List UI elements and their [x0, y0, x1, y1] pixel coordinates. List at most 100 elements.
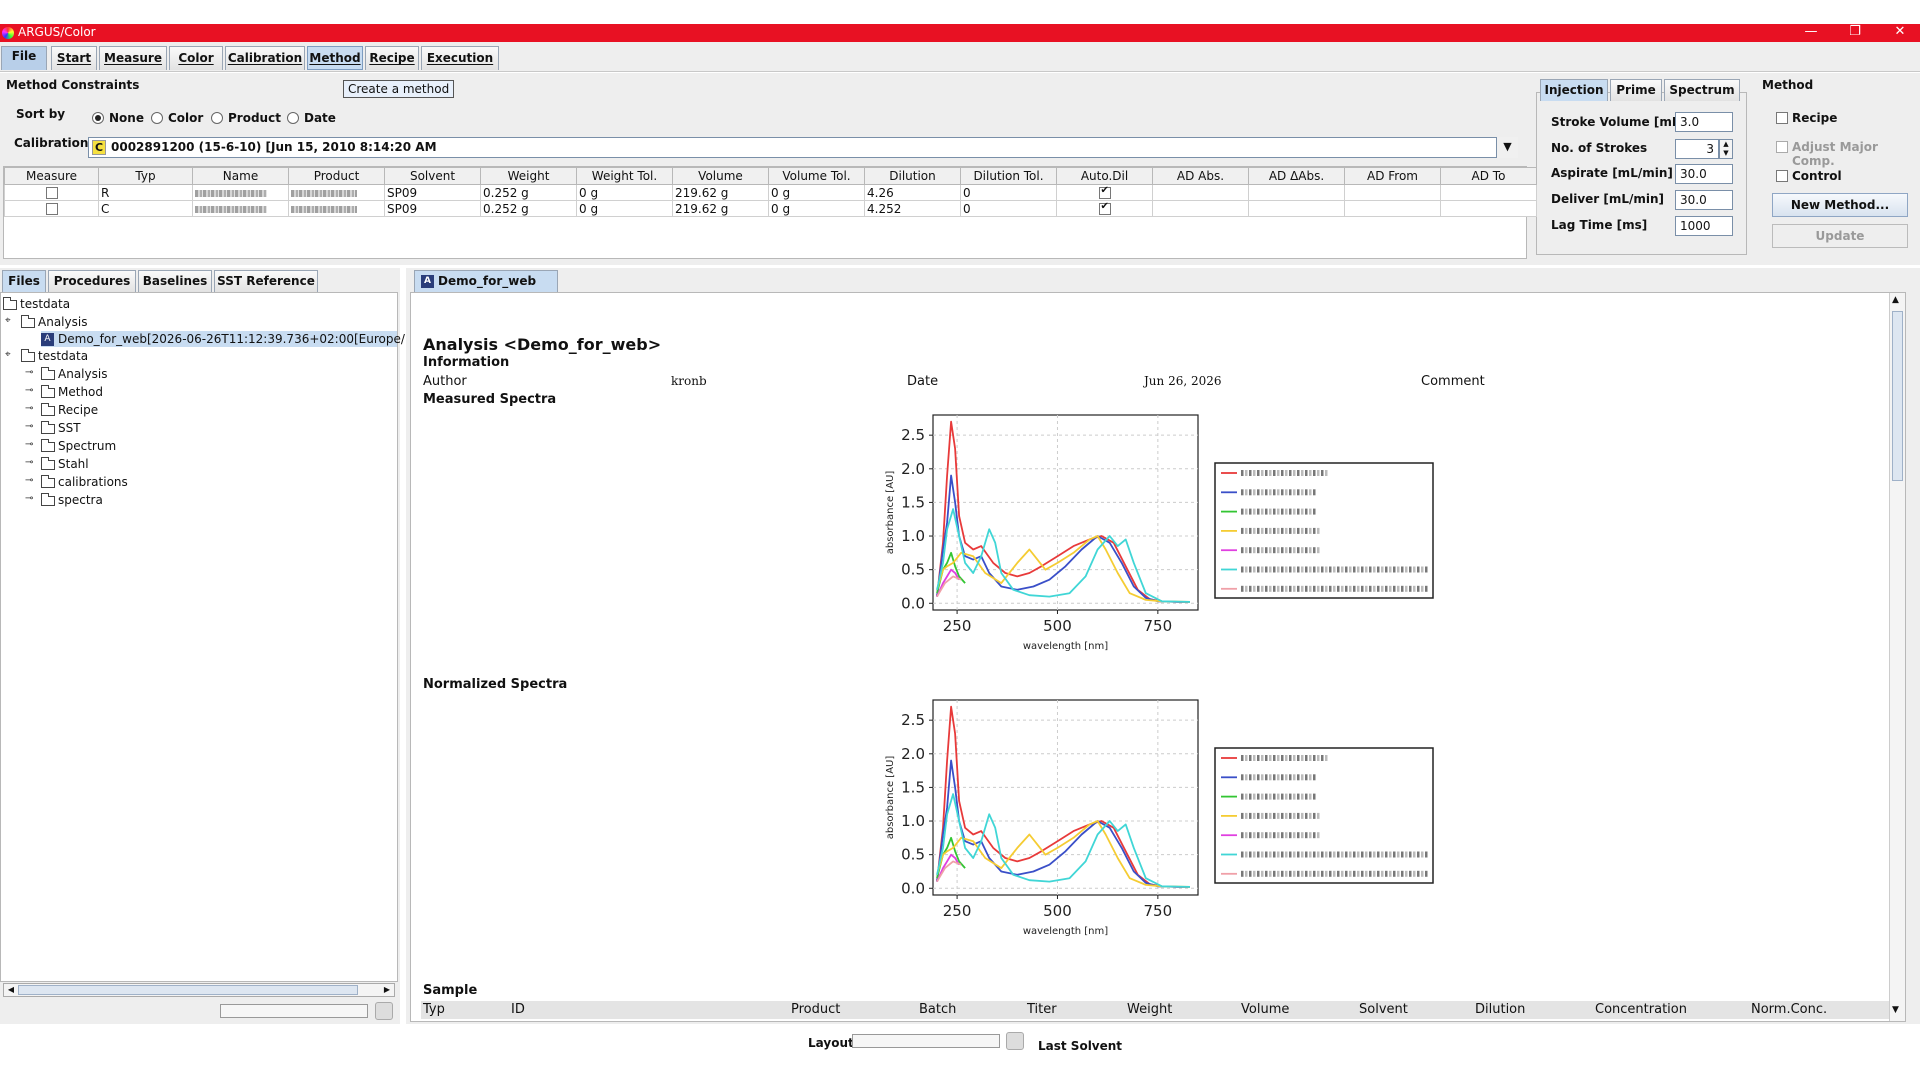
- tree-toggle-icon[interactable]: ⊸: [25, 367, 33, 378]
- column-header[interactable]: Weight Tol.: [576, 167, 673, 185]
- column-header[interactable]: Measure: [4, 167, 99, 185]
- column-header[interactable]: Volume: [672, 167, 769, 185]
- column-header[interactable]: Dilution Tol.: [960, 167, 1057, 185]
- tree-toggle-icon[interactable]: ⌖: [5, 315, 11, 326]
- auto-dil-cell[interactable]: [1056, 200, 1153, 217]
- column-header[interactable]: Typ: [98, 167, 193, 185]
- tree-node-root[interactable]: testdata: [3, 296, 70, 312]
- deliver-input[interactable]: 30.0: [1675, 190, 1733, 210]
- measure-checkbox[interactable]: [45, 187, 58, 199]
- column-header[interactable]: Solvent: [384, 167, 481, 185]
- tree-node-folder[interactable]: Recipe: [41, 402, 98, 418]
- column-header[interactable]: Dilution: [864, 167, 961, 185]
- lag-time-input[interactable]: 1000: [1675, 216, 1733, 236]
- control-checkbox[interactable]: [1776, 170, 1788, 182]
- chevron-down-icon[interactable]: ▼: [1496, 137, 1518, 158]
- tab-measure[interactable]: Measure: [99, 46, 167, 70]
- auto-dil-cell[interactable]: [1056, 184, 1153, 201]
- tree-toggle-icon[interactable]: ⊸: [25, 439, 33, 450]
- tab-procedures[interactable]: Procedures: [48, 270, 136, 292]
- stroke-volume-input[interactable]: 3.0: [1675, 112, 1733, 132]
- sample-column-header[interactable]: Batch: [919, 1002, 956, 1017]
- sample-column-header[interactable]: Concentration: [1595, 1002, 1687, 1017]
- sort-date-radio[interactable]: [287, 112, 299, 124]
- sample-column-header[interactable]: Weight: [1127, 1002, 1172, 1017]
- scroll-down-icon[interactable]: ▼: [1892, 1005, 1899, 1015]
- auto-dil-checkbox[interactable]: [1098, 186, 1111, 199]
- close-icon[interactable]: ✕: [1885, 24, 1915, 39]
- column-header[interactable]: AD ΔAbs.: [1248, 167, 1345, 185]
- tab-prime[interactable]: Prime: [1610, 79, 1662, 101]
- horizontal-scrollbar[interactable]: ◀ ▶: [3, 983, 395, 997]
- column-header[interactable]: Weight: [480, 167, 577, 185]
- sample-column-header[interactable]: Dilution: [1475, 1002, 1525, 1017]
- new-method-button[interactable]: New Method...: [1772, 193, 1908, 217]
- tree-toggle-icon[interactable]: ⌖: [5, 349, 11, 360]
- strokes-stepper[interactable]: 3: [1675, 139, 1719, 159]
- column-header[interactable]: Auto.Dil: [1056, 167, 1153, 185]
- tree-toggle-icon[interactable]: ⊸: [25, 493, 33, 504]
- tree-node-folder[interactable]: Analysis: [41, 366, 107, 382]
- tree-toggle-icon[interactable]: ⊸: [25, 403, 33, 414]
- tab-sst-reference[interactable]: SST Reference: [214, 270, 318, 292]
- tab-demo-for-web[interactable]: ADemo_for_web ✖: [414, 270, 558, 309]
- tree-node-folder[interactable]: Stahl: [41, 456, 89, 472]
- tree-node-folder[interactable]: Spectrum: [41, 438, 116, 454]
- tab-baselines[interactable]: Baselines: [138, 270, 212, 292]
- column-header[interactable]: AD From: [1344, 167, 1441, 185]
- tab-execution[interactable]: Execution: [421, 46, 499, 70]
- sort-none-radio[interactable]: [92, 112, 104, 124]
- tab-files[interactable]: Files: [2, 270, 46, 292]
- measure-cell[interactable]: [4, 200, 99, 217]
- restore-icon[interactable]: ❐: [1840, 24, 1870, 39]
- tab-spectrum[interactable]: Spectrum: [1664, 79, 1740, 101]
- scroll-left-icon[interactable]: ◀: [4, 984, 18, 996]
- vertical-scrollbar[interactable]: ▲ ▼: [1889, 293, 1905, 1021]
- tree-node-folder[interactable]: spectra: [41, 492, 103, 508]
- minimize-icon[interactable]: —: [1796, 24, 1826, 39]
- scroll-up-icon[interactable]: ▲: [1892, 295, 1899, 305]
- sample-column-header[interactable]: Volume: [1241, 1002, 1289, 1017]
- column-header[interactable]: Product: [288, 167, 385, 185]
- tree-node-folder[interactable]: calibrations: [41, 474, 128, 490]
- sample-column-header[interactable]: Titer: [1027, 1002, 1057, 1017]
- sample-column-header[interactable]: ID: [511, 1002, 525, 1017]
- adjust-major-checkbox[interactable]: [1776, 141, 1788, 153]
- scroll-thumb[interactable]: [18, 985, 358, 995]
- vertical-scroll-thumb[interactable]: [1892, 311, 1903, 481]
- sample-column-header[interactable]: Product: [791, 1002, 840, 1017]
- column-header[interactable]: Name: [192, 167, 289, 185]
- tree-node-analysis[interactable]: Analysis: [21, 314, 87, 330]
- table-row[interactable]: R SP09 0.252 g0 g 219.62 g0 g 4.26 0: [4, 184, 1537, 201]
- stepper-arrows-icon[interactable]: ▲ ▼: [1719, 139, 1733, 159]
- tree-node-analysis-item[interactable]: A Demo_for_web[2026-06-26T11:12:39.736+02…: [41, 331, 425, 347]
- sample-column-header[interactable]: Norm.Conc.: [1751, 1002, 1827, 1017]
- calibration-select[interactable]: C 0002891200 (15-6-10) [Jun 15, 2010 8:1…: [88, 137, 1518, 158]
- recipe-checkbox[interactable]: [1776, 112, 1788, 124]
- tree-toggle-icon[interactable]: ⊸: [25, 385, 33, 396]
- tree-toggle-icon[interactable]: ⊸: [25, 475, 33, 486]
- column-header[interactable]: AD To: [1440, 167, 1537, 185]
- tree-toggle-icon[interactable]: ⊸: [25, 457, 33, 468]
- sample-column-header[interactable]: Solvent: [1359, 1002, 1408, 1017]
- tab-recipe[interactable]: Recipe: [365, 46, 419, 70]
- measure-cell[interactable]: [4, 184, 99, 201]
- tab-method[interactable]: Method: [307, 46, 363, 70]
- aspirate-input[interactable]: 30.0: [1675, 164, 1733, 184]
- tab-calibration[interactable]: Calibration: [225, 46, 305, 70]
- update-button[interactable]: Update: [1772, 224, 1908, 248]
- table-row[interactable]: C SP09 0.252 g0 g 219.62 g0 g 4.252 0: [4, 200, 1537, 217]
- sort-product-radio[interactable]: [211, 112, 223, 124]
- column-header[interactable]: AD Abs.: [1152, 167, 1249, 185]
- sample-column-header[interactable]: Typ: [423, 1002, 445, 1017]
- sort-color-radio[interactable]: [151, 112, 163, 124]
- column-header[interactable]: Volume Tol.: [768, 167, 865, 185]
- scroll-right-icon[interactable]: ▶: [380, 984, 394, 996]
- file-menu[interactable]: File: [1, 46, 47, 70]
- auto-dil-checkbox[interactable]: [1098, 202, 1111, 215]
- tree-node-testdata[interactable]: testdata: [21, 348, 88, 364]
- tree-node-folder[interactable]: Method: [41, 384, 103, 400]
- tree-toggle-icon[interactable]: ⊸: [25, 421, 33, 432]
- measure-checkbox[interactable]: [45, 203, 58, 215]
- tab-color[interactable]: Color: [169, 46, 223, 70]
